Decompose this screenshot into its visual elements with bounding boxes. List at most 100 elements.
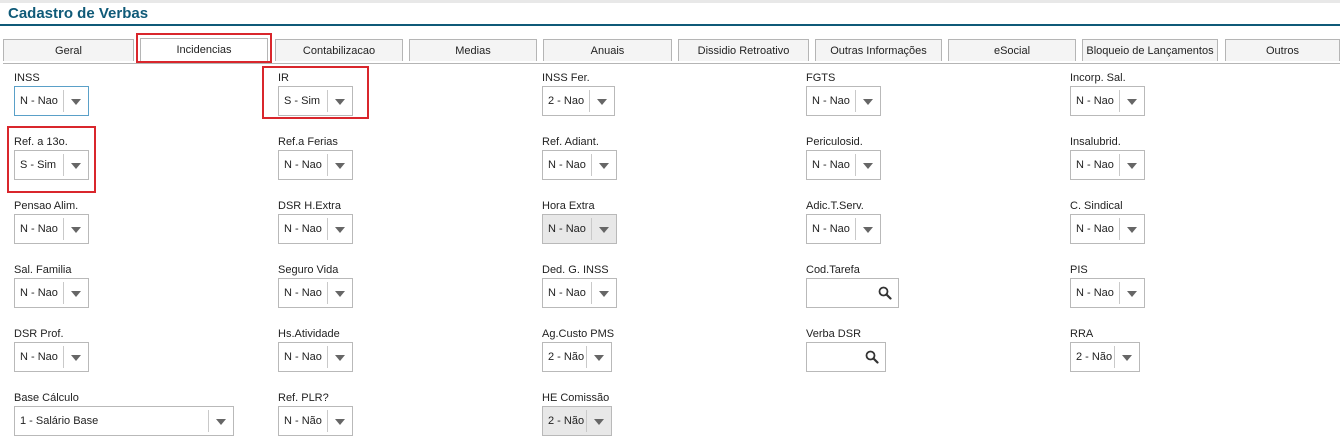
ded-g-inss-select[interactable]: N - Nao xyxy=(542,278,617,308)
tab-outros[interactable]: Outros xyxy=(1225,39,1340,61)
dsr-prof-select[interactable]: N - Nao xyxy=(14,342,89,372)
select-divider xyxy=(63,346,64,368)
ref-13-select[interactable]: S - Sim xyxy=(14,150,89,180)
ref-plr-select[interactable]: N - Não xyxy=(278,406,353,436)
base-calculo-select[interactable]: 1 - Salário Base xyxy=(14,406,234,436)
pensao-alim-select[interactable]: N - Nao xyxy=(14,214,89,244)
select-divider xyxy=(589,90,590,112)
chevron-down-icon[interactable] xyxy=(335,291,345,297)
chevron-down-icon[interactable] xyxy=(335,419,345,425)
chevron-down-icon[interactable] xyxy=(599,163,609,169)
chevron-down-icon[interactable] xyxy=(599,291,609,297)
field-label: Ag.Custo PMS xyxy=(542,328,615,340)
inss-fer-select[interactable]: 2 - Nao xyxy=(542,86,615,116)
field-label: Ref. Adiant. xyxy=(542,136,599,148)
tab-medias[interactable]: Medias xyxy=(409,39,537,61)
dsr-hextra-select[interactable]: N - Nao xyxy=(278,214,353,244)
tab-anuais[interactable]: Anuais xyxy=(543,39,672,61)
field-label: Ref.a Ferias xyxy=(278,136,338,148)
field-label: RRA xyxy=(1070,328,1094,340)
ref-adiant-select[interactable]: N - Nao xyxy=(542,150,617,180)
tab-outras-informacoes[interactable]: Outras Informações xyxy=(815,39,942,61)
field-label: INSS Fer. xyxy=(542,72,590,84)
field-label: Base Cálculo xyxy=(14,392,79,404)
field-label: Ref. PLR? xyxy=(278,392,329,404)
ag-custo-pms-select[interactable]: 2 - Não xyxy=(542,342,612,372)
fgts-select[interactable]: N - Nao xyxy=(806,86,881,116)
select-value: N - Nao xyxy=(284,287,322,299)
select-divider xyxy=(1119,154,1120,176)
select-value: S - Sim xyxy=(20,159,57,171)
verba-dsr-input[interactable] xyxy=(809,345,863,371)
select-value: N - Nao xyxy=(812,159,850,171)
pis-select[interactable]: N - Nao xyxy=(1070,278,1145,308)
field-label: Hs.Atividade xyxy=(278,328,340,340)
inss-select[interactable]: N - Nao xyxy=(14,86,89,116)
chevron-down-icon[interactable] xyxy=(1127,291,1137,297)
tab-dissidio-retroativo[interactable]: Dissidio Retroativo xyxy=(678,39,809,61)
chevron-down-icon[interactable] xyxy=(71,355,81,361)
search-icon[interactable] xyxy=(878,286,892,300)
select-divider xyxy=(855,218,856,240)
select-value: N - Nao xyxy=(1076,95,1114,107)
select-divider xyxy=(1119,218,1120,240)
chevron-down-icon[interactable] xyxy=(594,355,604,361)
tab-incidencias[interactable]: Incidencias xyxy=(140,38,268,63)
ir-select[interactable]: S - Sim xyxy=(278,86,353,116)
cod-tarefa-input[interactable] xyxy=(809,281,875,307)
field-label: Periculosid. xyxy=(806,136,863,148)
select-divider xyxy=(1114,346,1115,368)
chevron-down-icon[interactable] xyxy=(1122,355,1132,361)
select-divider xyxy=(63,282,64,304)
chevron-down-icon[interactable] xyxy=(863,227,873,233)
rra-select[interactable]: 2 - Não xyxy=(1070,342,1140,372)
select-divider xyxy=(63,90,64,112)
top-border xyxy=(0,0,1340,3)
chevron-down-icon[interactable] xyxy=(71,163,81,169)
tab-geral[interactable]: Geral xyxy=(3,39,134,61)
field-label: Seguro Vida xyxy=(278,264,339,276)
sal-familia-select[interactable]: N - Nao xyxy=(14,278,89,308)
chevron-down-icon[interactable] xyxy=(1127,227,1137,233)
tab-contabilizacao[interactable]: Contabilizacao xyxy=(275,39,403,61)
field-label: C. Sindical xyxy=(1070,200,1123,212)
select-value: N - Nao xyxy=(284,159,322,171)
adic-tserv-select[interactable]: N - Nao xyxy=(806,214,881,244)
chevron-down-icon[interactable] xyxy=(863,163,873,169)
field-label: HE Comissão xyxy=(542,392,610,404)
chevron-down-icon[interactable] xyxy=(71,99,81,105)
chevron-down-icon[interactable] xyxy=(335,99,345,105)
chevron-down-icon[interactable] xyxy=(863,99,873,105)
search-icon[interactable] xyxy=(865,350,879,364)
select-value: N - Nao xyxy=(548,223,586,235)
chevron-down-icon[interactable] xyxy=(71,291,81,297)
chevron-down-icon[interactable] xyxy=(597,99,607,105)
chevron-down-icon[interactable] xyxy=(1127,163,1137,169)
seguro-vida-select[interactable]: N - Nao xyxy=(278,278,353,308)
tab-content-border xyxy=(3,63,1340,64)
chevron-down-icon[interactable] xyxy=(335,355,345,361)
tab-bloqueio-lancamentos[interactable]: Bloqueio de Lançamentos xyxy=(1082,39,1218,61)
select-value: N - Nao xyxy=(1076,287,1114,299)
select-divider xyxy=(327,346,328,368)
select-divider xyxy=(327,410,328,432)
ref-ferias-select[interactable]: N - Nao xyxy=(278,150,353,180)
hs-atividade-select[interactable]: N - Nao xyxy=(278,342,353,372)
chevron-down-icon[interactable] xyxy=(335,227,345,233)
c-sindical-select[interactable]: N - Nao xyxy=(1070,214,1145,244)
chevron-down-icon[interactable] xyxy=(1127,99,1137,105)
select-value: N - Nao xyxy=(284,351,322,363)
tab-esocial[interactable]: eSocial xyxy=(948,39,1076,61)
chevron-down-icon[interactable] xyxy=(335,163,345,169)
tab-bar: Geral Incidencias Contabilizacao Medias … xyxy=(0,38,1340,64)
chevron-down-icon[interactable] xyxy=(216,419,226,425)
select-divider xyxy=(855,154,856,176)
select-divider xyxy=(1119,282,1120,304)
chevron-down-icon[interactable] xyxy=(71,227,81,233)
field-label: Verba DSR xyxy=(806,328,862,340)
insalubrid-select[interactable]: N - Nao xyxy=(1070,150,1145,180)
incorp-sal-select[interactable]: N - Nao xyxy=(1070,86,1145,116)
verba-dsr-lookup xyxy=(806,342,886,372)
field-label: Cod.Tarefa xyxy=(806,264,860,276)
periculosid-select[interactable]: N - Nao xyxy=(806,150,881,180)
